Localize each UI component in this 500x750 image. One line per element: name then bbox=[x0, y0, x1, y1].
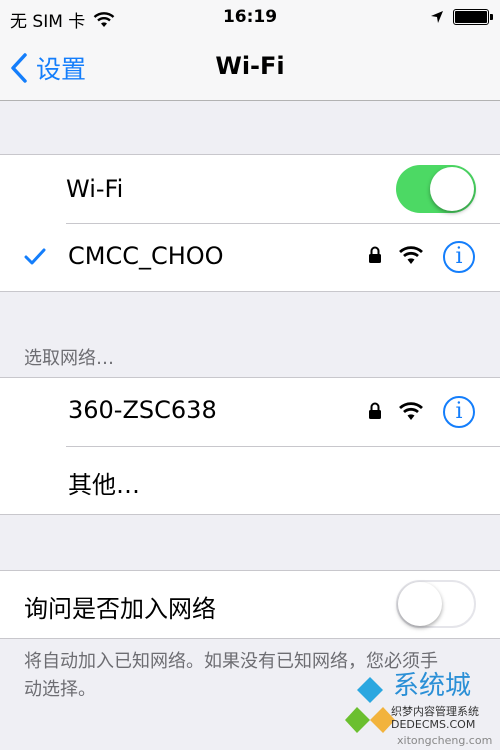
battery-icon bbox=[453, 9, 493, 25]
network-row[interactable]: 360-ZSC638 i bbox=[0, 378, 500, 446]
info-button[interactable]: i bbox=[443, 396, 475, 428]
other-network-row[interactable]: 其他… bbox=[0, 447, 500, 514]
wifi-signal-icon bbox=[399, 246, 423, 264]
other-network-label: 其他… bbox=[68, 471, 140, 499]
ask-join-label: 询问是否加入网络 bbox=[24, 595, 216, 623]
wifi-toggle[interactable] bbox=[396, 165, 476, 213]
watermark-main: 系统城 bbox=[393, 671, 472, 701]
network-list: 360-ZSC638 i 其他… bbox=[0, 377, 500, 515]
wifi-section: Wi-Fi CMCC_CHOO i bbox=[0, 154, 500, 292]
connected-network-row[interactable]: CMCC_CHOO i bbox=[0, 224, 500, 291]
wifi-label: Wi-Fi bbox=[66, 175, 124, 203]
watermark-sub3: xitongcheng.com bbox=[397, 734, 493, 747]
connected-network-name: CMCC_CHOO bbox=[68, 242, 224, 270]
wifi-toggle-knob bbox=[430, 167, 474, 211]
ask-join-section: 询问是否加入网络 bbox=[0, 570, 500, 639]
info-button[interactable]: i bbox=[443, 241, 475, 273]
network-name: 360-ZSC638 bbox=[68, 396, 217, 424]
page-title: Wi-Fi bbox=[215, 52, 285, 80]
lock-icon bbox=[369, 246, 381, 263]
wifi-signal-icon bbox=[399, 402, 423, 420]
location-arrow-icon bbox=[431, 11, 443, 23]
checkmark-icon bbox=[24, 248, 46, 265]
watermark: 系统城 织梦内容管理系统 DEDECMS.COM xitongcheng.com bbox=[345, 665, 500, 750]
watermark-sub1: 织梦内容管理系统 bbox=[391, 705, 479, 718]
watermark-sub2: DEDECMS.COM bbox=[391, 718, 476, 731]
site-logo-icon bbox=[345, 677, 395, 733]
lock-icon bbox=[369, 402, 381, 419]
choose-network-header: 选取网络… bbox=[24, 348, 114, 369]
status-time: 16:19 bbox=[222, 7, 278, 27]
ask-join-toggle-knob bbox=[398, 582, 442, 626]
ask-join-toggle[interactable] bbox=[396, 580, 476, 628]
